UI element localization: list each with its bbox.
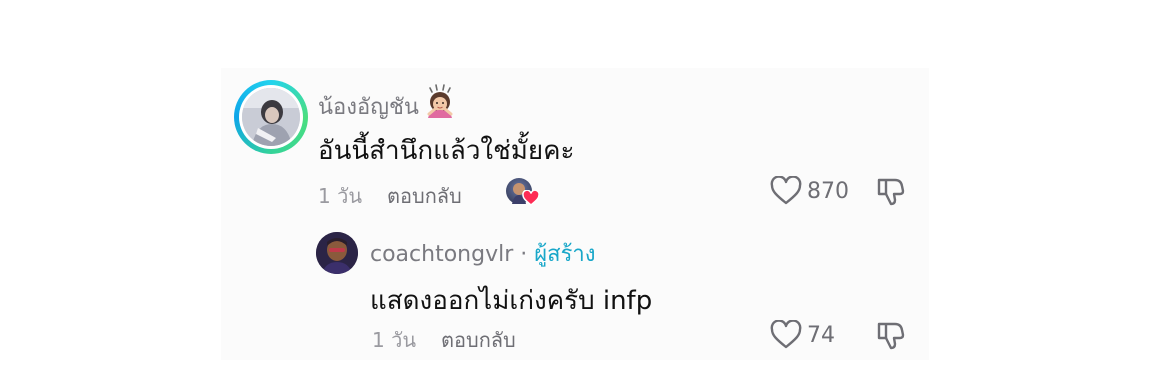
creator-badge: ผู้สร้าง xyxy=(534,242,596,267)
thumbs-down-icon[interactable] xyxy=(875,176,907,206)
reply-timestamp: 1 วัน xyxy=(372,328,416,352)
commenter-username[interactable]: น้องอัญชัน xyxy=(318,89,419,124)
reply-author-line: coachtongvlr · ผู้สร้าง xyxy=(370,236,595,271)
comment-timestamp: 1 วัน xyxy=(318,184,362,208)
comment-reply-button[interactable]: ตอบกลับ xyxy=(387,180,462,212)
comment-text: อันนี้สำนึกแล้วใช่มั้ยคะ xyxy=(318,136,575,166)
liked-by-creator-heart-icon xyxy=(522,190,540,206)
reply-like-count: 74 xyxy=(807,323,835,348)
commenter-avatar-story-ring[interactable] xyxy=(234,80,308,154)
commenter-avatar-image xyxy=(242,88,300,146)
creator-username[interactable]: coachtongvlr xyxy=(370,242,513,267)
reply-text: แสดงออกไม่เก่งครับ infp xyxy=(370,286,653,316)
commenter-avatar[interactable] xyxy=(242,88,300,146)
creator-avatar-image xyxy=(316,232,358,274)
avatar-ring-gap xyxy=(239,85,303,149)
separator-dot: · xyxy=(520,242,528,267)
thumbs-down-icon[interactable] xyxy=(875,320,907,350)
creator-avatar[interactable] xyxy=(316,232,358,274)
heart-outline-icon[interactable] xyxy=(770,176,802,206)
heart-outline-icon[interactable] xyxy=(770,320,802,350)
comment-like-count: 870 xyxy=(807,179,849,204)
reply-reply-button[interactable]: ตอบกลับ xyxy=(441,324,516,356)
woman-gesturing-ok-emoji xyxy=(427,84,453,118)
